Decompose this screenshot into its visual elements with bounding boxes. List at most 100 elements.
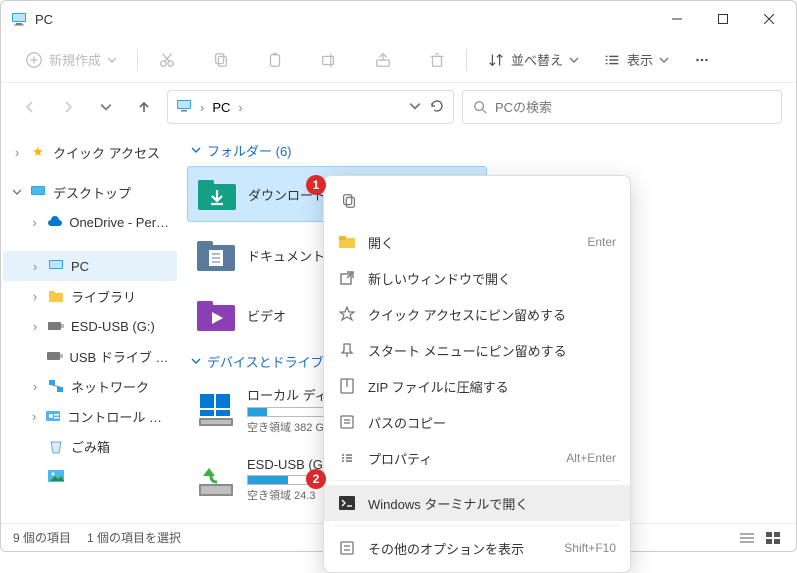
context-label: 開く [368,233,575,252]
icons-view-button[interactable] [762,529,784,547]
share-button[interactable] [364,45,402,75]
videos-folder-icon [197,296,235,334]
properties-icon [338,450,356,466]
tile-label: ビデオ [247,306,286,325]
chevron-down-icon[interactable] [11,187,23,197]
address-bar[interactable]: › PC › [167,90,454,124]
windows-drive-icon [197,391,235,429]
zip-icon [338,378,356,394]
sidebar-item-usb-drive[interactable]: USB ドライブ (E:) [3,341,177,371]
sidebar-item-label: コントロール パネル [67,407,171,426]
sort-button[interactable]: 並べ替え [477,44,589,75]
sidebar-item-esd-usb[interactable]: › ESD-USB (G:) [3,311,177,341]
separator [137,49,138,71]
downloads-folder-icon [198,175,236,213]
delete-button[interactable] [418,45,456,75]
usb-drive-icon [47,321,65,331]
documents-folder-icon [197,236,235,274]
image-icon [47,470,65,482]
close-button[interactable] [746,3,792,35]
context-item-windows-terminal[interactable]: Windows ターミナルで開く [324,485,630,521]
pin-start-icon [338,342,356,358]
cloud-icon [46,216,63,228]
chevron-down-icon[interactable] [409,100,421,115]
maximize-button[interactable] [700,3,746,35]
context-item-pin-start[interactable]: スタート メニューにピン留めする [324,332,630,368]
details-view-button[interactable] [736,529,758,547]
group-header-folders[interactable]: フォルダー (6) [187,135,788,166]
context-separator [334,480,620,481]
pc-icon [11,11,27,27]
chevron-right-icon[interactable]: › [29,289,41,304]
search-box[interactable] [462,90,782,124]
new-label: 新規作成 [49,50,101,69]
search-input[interactable] [495,100,771,115]
chevron-right-icon[interactable]: › [29,319,41,334]
back-button[interactable] [15,92,45,122]
star-icon: ★ [29,144,47,160]
breadcrumb-pc[interactable]: PC [212,100,230,115]
sidebar-item-quick-access[interactable]: › ★ クイック アクセス [3,137,177,167]
network-icon [47,379,65,393]
minimize-button[interactable] [654,3,700,35]
context-separator [334,525,620,526]
chevron-right-icon[interactable]: › [11,145,23,160]
context-label: Windows ターミナルで開く [368,494,616,513]
context-item-pin-quick-access[interactable]: クイック アクセスにピン留めする [324,296,630,332]
view-button[interactable]: 表示 [593,44,679,75]
copy-icon[interactable] [332,186,366,216]
sidebar-item-label: PC [71,259,89,274]
nav-row: › PC › [1,83,796,131]
chevron-down-icon [191,143,201,158]
sidebar: › ★ クイック アクセス デスクトップ › OneDrive - Person… [1,131,179,523]
chevron-right-icon[interactable]: › [29,409,39,424]
rename-button[interactable] [310,45,348,75]
context-item-new-window[interactable]: 新しいウィンドウで開く [324,260,630,296]
context-item-properties[interactable]: プロパティ Alt+Enter [324,440,630,476]
sidebar-item-desktop[interactable]: デスクトップ [3,177,177,207]
sidebar-item-onedrive[interactable]: › OneDrive - Person [3,207,177,237]
sidebar-item-control-panel[interactable]: › コントロール パネル [3,401,177,431]
paste-button[interactable] [256,45,294,75]
context-accel: Shift+F10 [564,541,616,555]
sidebar-item-label: ごみ箱 [71,437,110,456]
chevron-right-icon[interactable]: › [29,259,41,274]
status-selection: 1 個の項目を選択 [87,529,181,546]
sidebar-item-unknown[interactable] [3,461,177,491]
new-button[interactable]: 新規作成 [15,44,127,75]
sidebar-item-label: OneDrive - Person [69,215,171,230]
folder-icon [338,235,356,249]
chevron-right-icon[interactable]: › [29,379,41,394]
libraries-icon [47,289,65,303]
more-options-icon [338,540,356,556]
sidebar-item-recycle-bin[interactable]: ごみ箱 [3,431,177,461]
context-item-zip[interactable]: ZIP ファイルに圧縮する [324,368,630,404]
context-accel: Alt+Enter [566,451,616,465]
tile-label: ドキュメント [247,246,325,265]
sidebar-item-label: クイック アクセス [53,143,160,162]
cut-button[interactable] [148,45,186,75]
view-label: 表示 [627,50,653,69]
sidebar-item-network[interactable]: › ネットワーク [3,371,177,401]
forward-button[interactable] [53,92,83,122]
group-label: フォルダー (6) [207,141,292,160]
refresh-button[interactable] [429,98,445,117]
pc-icon [47,258,65,274]
sidebar-item-label: ESD-USB (G:) [71,319,155,334]
sidebar-item-libraries[interactable]: › ライブラリ [3,281,177,311]
context-label: スタート メニューにピン留めする [368,341,616,360]
context-item-more-options[interactable]: その他のオプションを表示 Shift+F10 [324,530,630,566]
separator [466,49,467,71]
context-item-open[interactable]: 開く Enter [324,224,630,260]
context-item-copy-path[interactable]: パスのコピー [324,404,630,440]
context-menu: 開く Enter 新しいウィンドウで開く クイック アクセスにピン留めする スタ… [323,175,631,573]
terminal-icon [338,496,356,510]
recent-button[interactable] [91,92,121,122]
copy-button[interactable] [202,45,240,75]
more-button[interactable] [683,45,721,75]
context-quick-actions [324,182,630,224]
sidebar-item-label: USB ドライブ (E:) [69,347,171,366]
chevron-right-icon[interactable]: › [29,215,40,230]
up-button[interactable] [129,92,159,122]
sidebar-item-pc[interactable]: › PC [3,251,177,281]
